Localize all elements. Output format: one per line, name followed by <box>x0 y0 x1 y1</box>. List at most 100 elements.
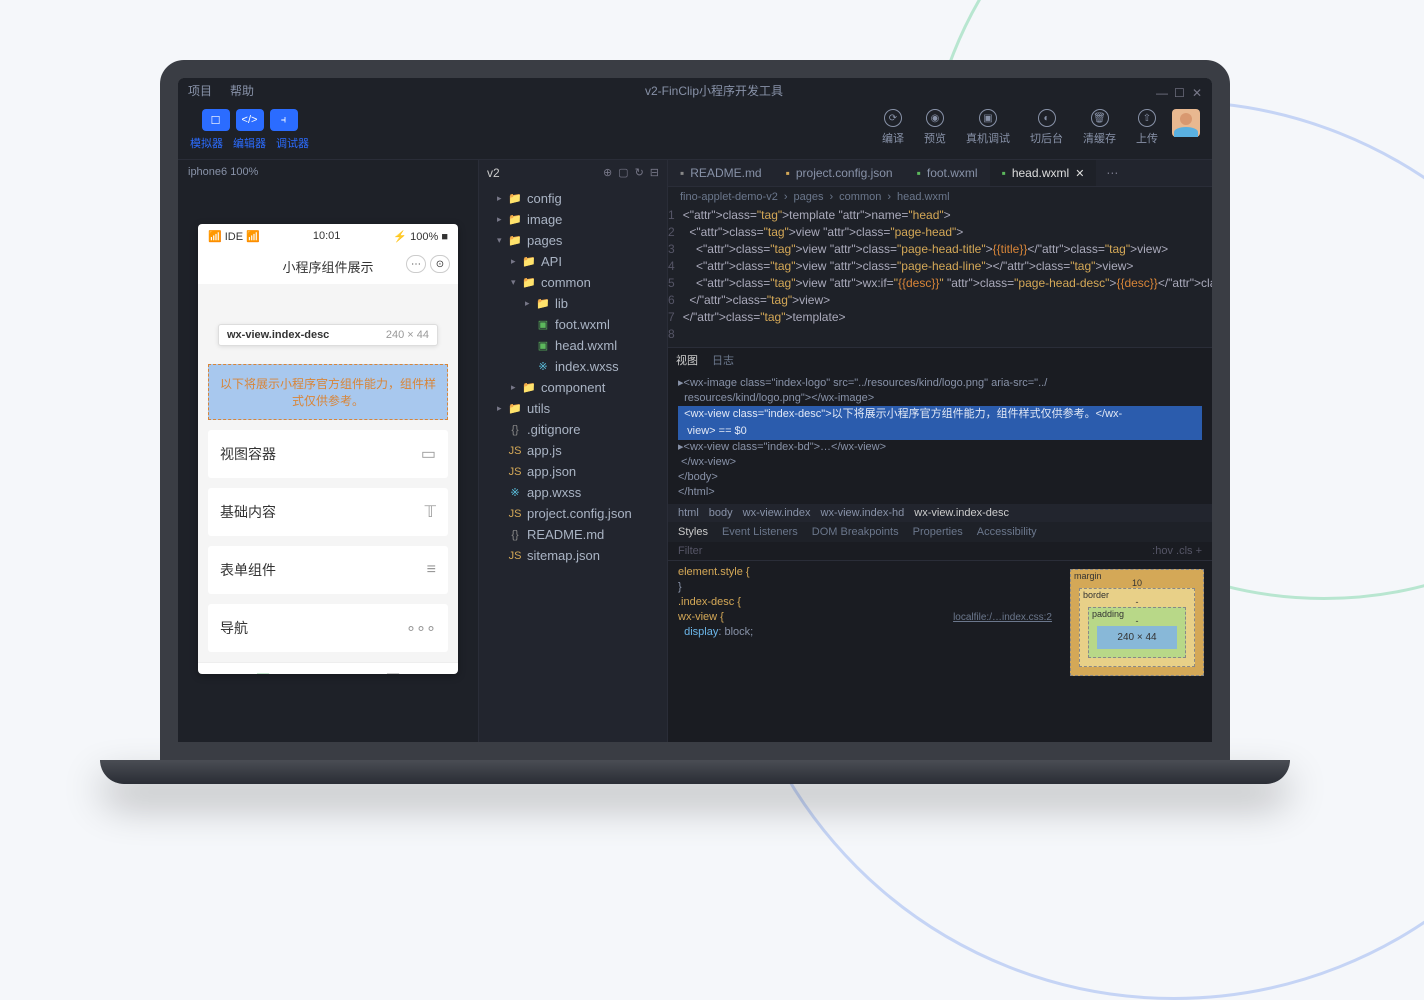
tabs-more-icon[interactable]: ⋯ <box>1096 160 1128 186</box>
new-folder-icon[interactable]: ▢ <box>618 166 628 180</box>
tree-item[interactable]: JSsitemap.json <box>479 545 667 566</box>
minimize-icon[interactable]: — <box>1156 86 1166 96</box>
dom-node[interactable]: ▸<wx-view class="index-bd">…</wx-view> <box>678 440 1202 455</box>
code-line[interactable]: </"attr">class="tag">template> <box>683 309 1212 326</box>
tree-item[interactable]: ▸📁image <box>479 209 667 230</box>
tree-item[interactable]: JSproject.config.json <box>479 503 667 524</box>
styles-tab[interactable]: Accessibility <box>977 526 1037 538</box>
mode-label-edit: 编辑器 <box>233 135 266 151</box>
dom-node[interactable]: view> == $0 <box>678 423 1202 440</box>
list-item[interactable]: 表单组件≡ <box>208 546 448 594</box>
dom-path-segment[interactable]: wx-view.index-hd <box>821 507 905 519</box>
toolbar-action-4[interactable]: 🗑清缓存 <box>1083 109 1116 146</box>
styles-filter-input[interactable]: Filter <box>678 545 702 557</box>
dom-node[interactable]: resources/kind/logo.png"></wx-image> <box>678 391 1202 406</box>
toolbar-action-2[interactable]: ▣真机调试 <box>966 109 1010 146</box>
editor-tab[interactable]: ▪head.wxml✕ <box>990 160 1097 186</box>
breadcrumb[interactable]: fino-applet-demo-v2›pages›common›head.wx… <box>668 187 1212 207</box>
tree-root-label[interactable]: v2 <box>487 166 500 180</box>
close-icon[interactable]: ✕ <box>1192 86 1202 96</box>
dom-node[interactable]: </html> <box>678 485 1202 500</box>
styles-tab[interactable]: DOM Breakpoints <box>812 526 899 538</box>
styles-tab[interactable]: Styles <box>678 526 708 538</box>
caret-icon: ▸ <box>497 193 507 204</box>
list-item[interactable]: 基础内容𝕋 <box>208 488 448 536</box>
tree-item-name: utils <box>527 401 550 416</box>
tree-item[interactable]: ▸📁component <box>479 377 667 398</box>
breadcrumb-segment[interactable]: common <box>839 191 881 203</box>
highlighted-element[interactable]: 以下将展示小程序官方组件能力，组件样式仅供参考。 <box>208 364 448 420</box>
dom-node[interactable]: ▸<wx-image class="index-logo" src="../re… <box>678 376 1202 391</box>
toolbar-action-1[interactable]: ◉预览 <box>924 109 946 146</box>
tree-item[interactable]: ▾📁common <box>479 272 667 293</box>
tree-item[interactable]: ▣foot.wxml <box>479 314 667 335</box>
devtools-tab-log[interactable]: 日志 <box>712 352 734 368</box>
dom-path-segment[interactable]: html <box>678 507 699 519</box>
tree-item[interactable]: ▸📁config <box>479 188 667 209</box>
code-line[interactable]: <"attr">class="tag">view "attr">class="p… <box>683 241 1212 258</box>
tree-item[interactable]: ▸📁API <box>479 251 667 272</box>
refresh-icon[interactable]: ↻ <box>635 166 644 180</box>
toolbar-action-3[interactable]: ◐切后台 <box>1030 109 1063 146</box>
phone-tab[interactable]: ◫接口 <box>328 663 458 674</box>
code-line[interactable]: <"attr">class="tag">view "attr">class="p… <box>683 258 1212 275</box>
list-item[interactable]: 视图容器▭ <box>208 430 448 478</box>
tree-item[interactable]: {}README.md <box>479 524 667 545</box>
devtools-tab-view[interactable]: 视图 <box>676 352 698 368</box>
tree-item[interactable]: ▸📁lib <box>479 293 667 314</box>
editor-tab[interactable]: ▪project.config.json <box>774 160 905 186</box>
dom-node[interactable]: <wx-view class="index-desc">以下将展示小程序官方组件… <box>678 406 1202 423</box>
new-file-icon[interactable]: ⊕ <box>603 166 612 180</box>
tree-item[interactable]: ※index.wxss <box>479 356 667 377</box>
window-controls[interactable]: — ☐ ✕ <box>1156 86 1202 96</box>
capsule-menu-icon[interactable]: ⋯ <box>406 255 426 273</box>
mode-simulator-button[interactable]: ☐ <box>202 109 230 131</box>
collapse-icon[interactable]: ⊟ <box>650 166 659 180</box>
code-line[interactable]: </"attr">class="tag">view> <box>683 292 1212 309</box>
capsule-close-icon[interactable]: ⊙ <box>430 255 450 273</box>
tree-item[interactable]: JSapp.js <box>479 440 667 461</box>
inspect-tooltip: wx-view.index-desc 240 × 44 <box>218 324 438 346</box>
code-line[interactable]: <"attr">class="tag">view "attr">wx:if="{… <box>683 275 1212 292</box>
tree-item[interactable]: ▸📁utils <box>479 398 667 419</box>
file-icon: {} <box>507 424 523 436</box>
phone-statusbar: 📶 IDE 📶 10:01 ⚡ 100% ■ <box>198 224 458 249</box>
tree-item[interactable]: {}.gitignore <box>479 419 667 440</box>
menu-help[interactable]: 帮助 <box>230 82 254 99</box>
toolbar-action-0[interactable]: ⟳编译 <box>882 109 904 146</box>
tree-item[interactable]: ▣head.wxml <box>479 335 667 356</box>
css-rules[interactable]: element.style {}.index-desc {</span></di… <box>668 561 1062 742</box>
breadcrumb-segment[interactable]: head.wxml <box>897 191 950 203</box>
file-icon: ▪ <box>786 166 790 180</box>
menu-project[interactable]: 项目 <box>188 82 212 99</box>
tree-item[interactable]: JSapp.json <box>479 461 667 482</box>
breadcrumb-segment[interactable]: pages <box>794 191 824 203</box>
user-avatar[interactable] <box>1172 109 1200 137</box>
dom-tree[interactable]: ▸<wx-image class="index-logo" src="../re… <box>668 372 1212 504</box>
dom-breadcrumb[interactable]: html body wx-view.index wx-view.index-hd wx-… <box>668 504 1212 522</box>
dom-node[interactable]: </wx-view> <box>678 455 1202 470</box>
dom-path-segment[interactable]: body <box>709 507 733 519</box>
styles-filter-actions[interactable]: :hov .cls + <box>1152 545 1202 557</box>
chevron-right-icon: › <box>830 191 834 203</box>
dom-path-segment[interactable]: wx-view.index-desc <box>914 507 1009 519</box>
dom-path-segment[interactable]: wx-view.index <box>743 507 811 519</box>
code-editor[interactable]: 12345678 <"attr">class="tag">template "a… <box>668 207 1212 347</box>
editor-tab[interactable]: ▪foot.wxml <box>905 160 990 186</box>
maximize-icon[interactable]: ☐ <box>1174 86 1184 96</box>
code-line[interactable]: <"attr">class="tag">template "attr">name… <box>683 207 1212 224</box>
styles-tab[interactable]: Properties <box>913 526 963 538</box>
styles-tab[interactable]: Event Listeners <box>722 526 798 538</box>
close-icon[interactable]: ✕ <box>1075 167 1084 180</box>
code-line[interactable]: <"attr">class="tag">view "attr">class="p… <box>683 224 1212 241</box>
tree-item[interactable]: ▾📁pages <box>479 230 667 251</box>
phone-tab[interactable]: ▦组件 <box>198 663 328 674</box>
tree-item[interactable]: ※app.wxss <box>479 482 667 503</box>
editor-tab[interactable]: ▪README.md <box>668 160 774 186</box>
toolbar-action-5[interactable]: ⇧上传 <box>1136 109 1158 146</box>
mode-debugger-button[interactable]: ⫞ <box>270 109 298 131</box>
breadcrumb-segment[interactable]: fino-applet-demo-v2 <box>680 191 778 203</box>
mode-editor-button[interactable]: </> <box>236 109 264 131</box>
dom-node[interactable]: </body> <box>678 470 1202 485</box>
list-item[interactable]: 导航∘∘∘ <box>208 604 448 652</box>
